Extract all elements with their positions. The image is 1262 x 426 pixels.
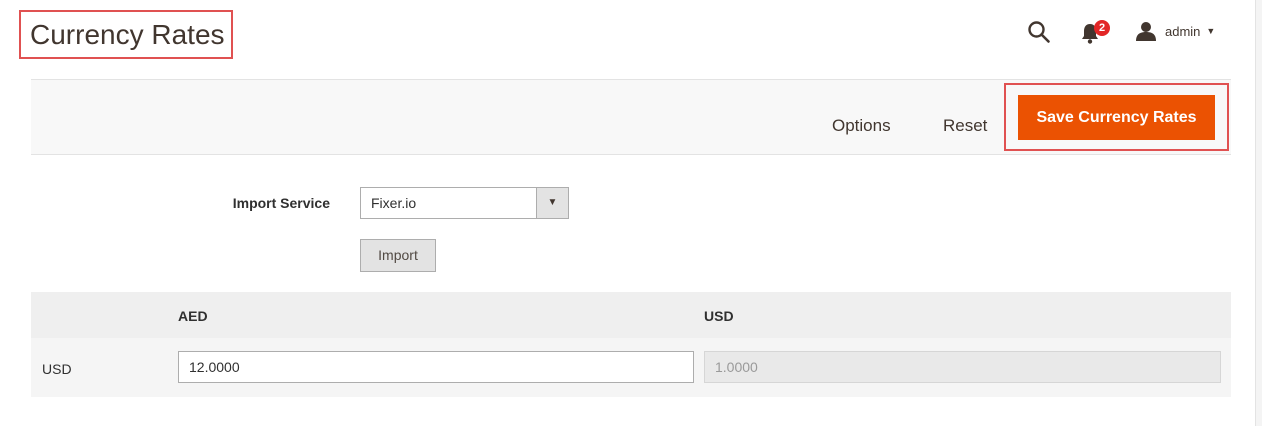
rate-input-usd-usd <box>704 351 1221 383</box>
import-service-select[interactable]: Fixer.io ▼ <box>360 187 569 219</box>
chevron-down-icon: ▼ <box>1206 26 1216 36</box>
options-button[interactable]: Options <box>832 116 891 136</box>
reset-button[interactable]: Reset <box>943 116 987 136</box>
rate-input-usd-aed[interactable] <box>178 351 694 383</box>
dropdown-arrow-icon: ▼ <box>536 188 568 218</box>
scrollbar-track <box>1255 0 1262 426</box>
import-button[interactable]: Import <box>360 239 436 272</box>
user-name: admin <box>1165 23 1201 39</box>
save-currency-rates-button[interactable]: Save Currency Rates <box>1018 95 1215 140</box>
user-menu[interactable]: admin ▼ <box>1135 20 1215 42</box>
row-label-usd: USD <box>42 361 72 377</box>
notifications-button[interactable]: 2 <box>1080 20 1110 46</box>
column-header-usd: USD <box>704 308 734 324</box>
search-icon[interactable] <box>1027 20 1051 44</box>
column-header-aed: AED <box>178 308 208 324</box>
import-service-value: Fixer.io <box>371 195 417 211</box>
import-service-label: Import Service <box>232 195 330 211</box>
notification-count-badge: 2 <box>1094 20 1110 36</box>
user-icon <box>1136 22 1156 41</box>
page-title: Currency Rates <box>30 19 225 50</box>
rates-grid-header <box>31 292 1231 338</box>
